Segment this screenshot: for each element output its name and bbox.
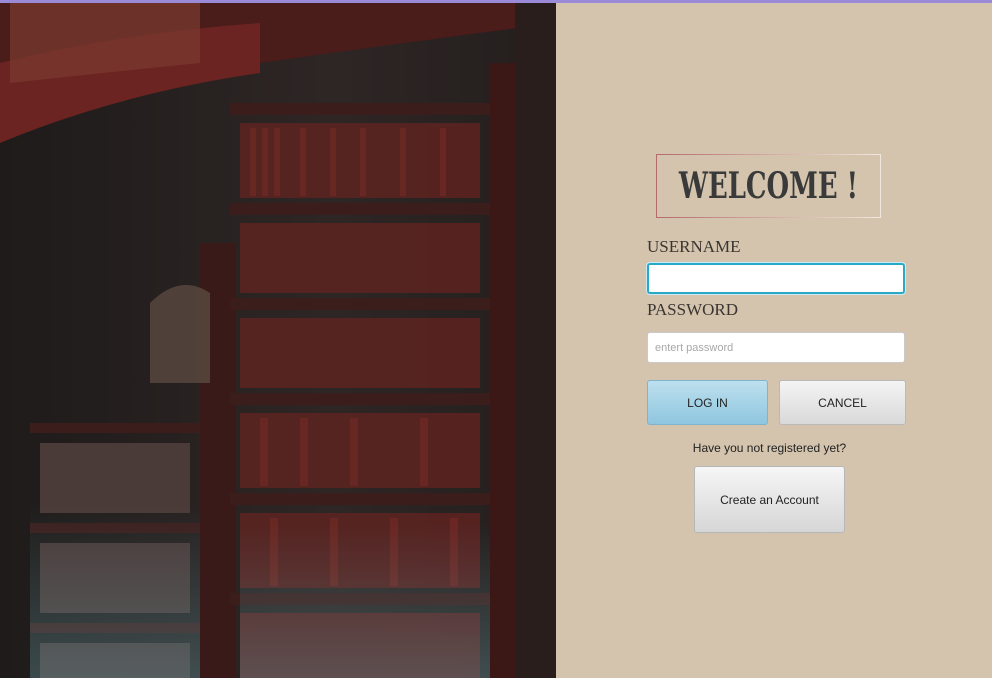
- library-bookshelf-illustration: [0, 3, 556, 678]
- welcome-title: WELCOME !: [678, 165, 859, 207]
- library-bookshelf-image: [0, 3, 556, 678]
- register-prompt: Have you not registered yet?: [692, 441, 847, 455]
- welcome-banner: WELCOME !: [656, 154, 881, 218]
- login-button[interactable]: LOG IN: [647, 380, 768, 425]
- username-label: USERNAME: [647, 237, 741, 256]
- cancel-button[interactable]: CANCEL: [779, 380, 906, 425]
- username-input[interactable]: [647, 263, 905, 294]
- password-input[interactable]: [647, 332, 905, 363]
- login-window: WELCOME ! USERNAME PASSWORD LOG IN CANCE…: [0, 0, 992, 678]
- password-label: PASSWORD: [647, 300, 739, 319]
- create-account-button[interactable]: Create an Account: [694, 466, 845, 533]
